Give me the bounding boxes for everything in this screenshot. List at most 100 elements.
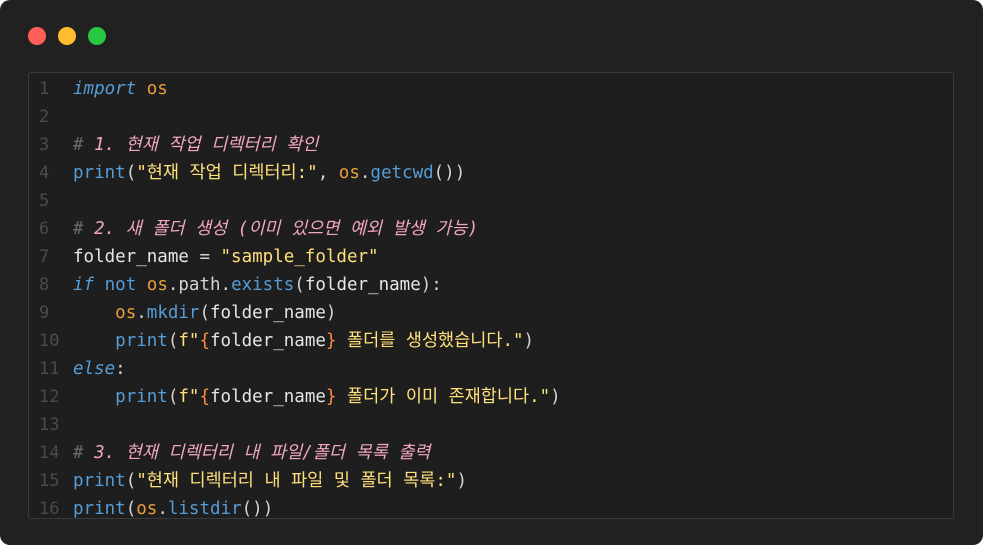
- code-token: .: [157, 499, 168, 519]
- code-token: #: [73, 219, 95, 239]
- code-token: ): [550, 387, 561, 407]
- code-token: {: [199, 331, 211, 351]
- code-line[interactable]: 5: [29, 187, 953, 215]
- line-number: 11: [39, 359, 60, 379]
- code-token: f": [178, 331, 200, 351]
- code-line[interactable]: 6 # 2. 새 폴더 생성 (이미 있으면 예외 발생 가능): [29, 215, 953, 243]
- code-token: else: [73, 359, 116, 379]
- code-line[interactable]: 10 print(f"{folder_name} 폴더를 생성했습니다."): [29, 327, 953, 355]
- line-number: 9: [39, 303, 50, 323]
- line-code: os.mkdir(folder_name): [73, 299, 336, 327]
- line-number: 4: [39, 163, 50, 183]
- line-code: # 3. 현재 디렉터리 내 파일/폴더 목록 출력: [73, 439, 430, 467]
- code-line[interactable]: 11 else:: [29, 355, 953, 383]
- code-token: .: [136, 303, 147, 323]
- code-token: listdir: [167, 499, 242, 519]
- close-dot-icon[interactable]: [28, 27, 46, 45]
- line-code: print(f"{folder_name} 폴더가 이미 존재합니다."): [73, 383, 561, 411]
- code-token: 1. 현재 작업 디렉터리 확인: [94, 135, 319, 155]
- code-token: .: [359, 163, 371, 183]
- code-token: #: [73, 135, 95, 155]
- code-line[interactable]: 4 print("현재 작업 디렉터리:", os.getcwd()): [29, 159, 953, 187]
- code-line[interactable]: 16 print(os.listdir()): [29, 495, 953, 519]
- line-number: 16: [39, 499, 60, 519]
- code-window: 1 import os 2 3 # 1. 현재 작업 디렉터리 확인 4 print("현재…: [0, 0, 983, 545]
- code-token: ()): [241, 499, 274, 519]
- line-code: folder_name = "sample_folder": [73, 243, 379, 271]
- line-number: 7: [39, 247, 50, 267]
- line-number: 3: [39, 135, 50, 155]
- code-line[interactable]: 13: [29, 411, 953, 439]
- code-token: 2. 새 폴더 생성 (이미 있으면 예외 발생 가능): [94, 219, 479, 239]
- code-token: print: [115, 331, 168, 351]
- code-token: #: [73, 443, 95, 463]
- code-token: f": [178, 387, 200, 407]
- code-token: 3. 현재 디렉터리 내 파일/폴더 목록 출력: [94, 443, 431, 463]
- code-token: not: [104, 275, 137, 295]
- code-line[interactable]: 7 folder_name = "sample_folder": [29, 243, 953, 271]
- code-line[interactable]: 1 import os: [29, 75, 953, 103]
- code-token: ()): [433, 163, 466, 183]
- code-line[interactable]: 9 os.mkdir(folder_name): [29, 299, 953, 327]
- code-token: ):: [420, 275, 442, 295]
- maximize-dot-icon[interactable]: [88, 27, 106, 45]
- code-token: folder_name: [210, 387, 326, 407]
- code-token: folder_name: [304, 275, 421, 295]
- code-token: ,: [317, 163, 339, 183]
- line-number: 14: [39, 443, 60, 463]
- code-token: os: [136, 499, 158, 519]
- code-token: ): [456, 471, 468, 491]
- code-token: :: [115, 359, 126, 379]
- code-token: os: [115, 303, 137, 323]
- line-code: print(f"{folder_name} 폴더를 생성했습니다."): [73, 327, 534, 355]
- line-code: else:: [73, 355, 126, 383]
- code-token: exists: [231, 275, 295, 295]
- code-token: (: [294, 275, 305, 295]
- line-code: print("현재 작업 디렉터리:", os.getcwd()): [73, 159, 465, 187]
- code-token: (: [125, 471, 137, 491]
- code-token: os: [146, 275, 168, 295]
- code-token: "현재 디렉터리 내 파일 및 폴더 목록:": [136, 471, 457, 491]
- line-code: if not os.path.exists(folder_name):: [73, 271, 442, 299]
- code-token: }: [325, 387, 337, 407]
- code-token: 폴더가 이미 존재합니다.": [336, 387, 551, 407]
- code-token: print: [73, 163, 126, 183]
- code-line[interactable]: 12 print(f"{folder_name} 폴더가 이미 존재합니다."): [29, 383, 953, 411]
- code-token: getcwd: [370, 163, 434, 183]
- code-line[interactable]: 3 # 1. 현재 작업 디렉터리 확인: [29, 131, 953, 159]
- line-number: 12: [39, 387, 60, 407]
- code-line[interactable]: 8 if not os.path.exists(folder_name):: [29, 271, 953, 299]
- code-line[interactable]: 15 print("현재 디렉터리 내 파일 및 폴더 목록:"): [29, 467, 953, 495]
- code-token: print: [73, 471, 126, 491]
- code-line[interactable]: 2: [29, 103, 953, 131]
- code-token: folder_name: [210, 303, 326, 323]
- code-token: ): [325, 303, 337, 323]
- code-token: (: [167, 331, 179, 351]
- line-number: 1: [39, 79, 50, 99]
- code-token: 폴더를 생성했습니다.": [336, 331, 524, 351]
- line-number: 6: [39, 219, 50, 239]
- line-number: 10: [39, 331, 60, 351]
- code-token: }: [325, 331, 337, 351]
- line-number: 13: [39, 415, 60, 435]
- minimize-dot-icon[interactable]: [58, 27, 76, 45]
- code-token: (: [167, 387, 179, 407]
- line-code: # 1. 현재 작업 디렉터리 확인: [73, 131, 318, 159]
- code-token: ): [523, 331, 535, 351]
- line-number: 15: [39, 471, 60, 491]
- line-code: print("현재 디렉터리 내 파일 및 폴더 목록:"): [73, 467, 467, 495]
- code-token: os: [146, 79, 168, 99]
- window-controls: [28, 27, 106, 45]
- code-line[interactable]: 14 # 3. 현재 디렉터리 내 파일/폴더 목록 출력: [29, 439, 953, 467]
- code-token: if: [73, 275, 95, 295]
- code-token: (: [125, 499, 137, 519]
- code-token: "현재 작업 디렉터리:": [136, 163, 318, 183]
- line-code: print(os.listdir()): [73, 495, 274, 519]
- code-token: (: [199, 303, 211, 323]
- code-editor[interactable]: 1 import os 2 3 # 1. 현재 작업 디렉터리 확인 4 print("현재…: [28, 72, 954, 519]
